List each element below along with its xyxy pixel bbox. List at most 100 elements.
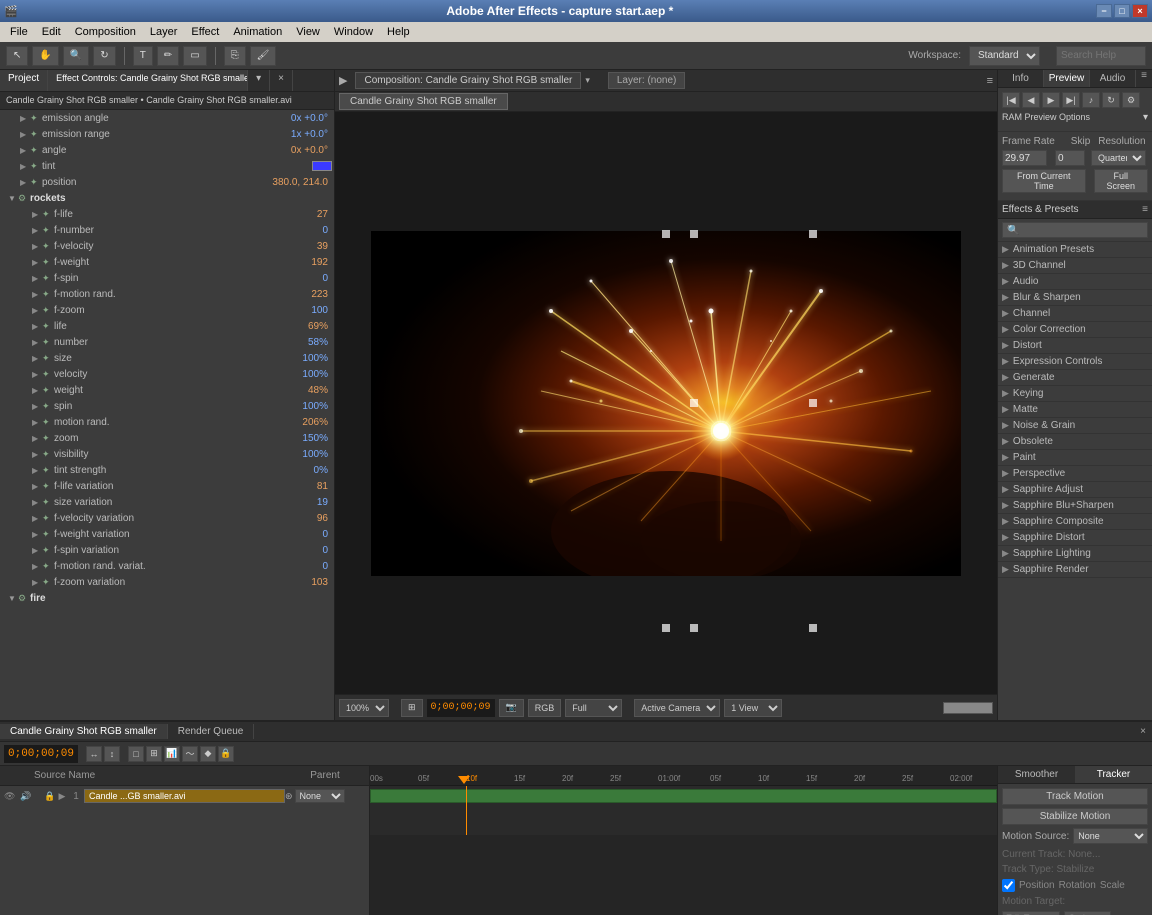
view-select[interactable]: 1 View 2 Views 4 Views: [724, 699, 782, 717]
prev-first-btn[interactable]: |◀: [1002, 92, 1020, 108]
effect-category-item[interactable]: ▶Sapphire Composite: [998, 514, 1152, 530]
effect-category-item[interactable]: ▶Obsolete: [998, 434, 1152, 450]
tab-timeline[interactable]: Candle Grainy Shot RGB smaller: [0, 724, 168, 739]
camera-select[interactable]: Active Camera: [634, 699, 720, 717]
effect-category-item[interactable]: ▶Expression Controls: [998, 354, 1152, 370]
prop-expand[interactable]: ▶: [20, 130, 30, 139]
tl-chart[interactable]: 📊: [164, 746, 180, 762]
parent-select[interactable]: None: [295, 789, 345, 803]
prop-expand[interactable]: ▶: [32, 338, 42, 347]
prop-expand[interactable]: ▶: [32, 418, 42, 427]
close-button[interactable]: ×: [1132, 4, 1148, 18]
layer-lock-btn[interactable]: 🔒: [44, 791, 56, 802]
menu-window[interactable]: Window: [328, 25, 379, 39]
layer-visibility-toggle[interactable]: 👁: [4, 791, 20, 802]
prop-expand[interactable]: ▶: [32, 562, 42, 571]
panel-close-btn[interactable]: ×: [270, 70, 293, 91]
from-current-btn[interactable]: From Current Time: [1002, 169, 1086, 193]
effect-category-item[interactable]: ▶Sapphire Distort: [998, 530, 1152, 546]
prev-back-btn[interactable]: ◀: [1022, 92, 1040, 108]
tab-effect-controls[interactable]: Effect Controls: Candle Grainy Shot RGB …: [48, 70, 248, 91]
tl-marker[interactable]: ◆: [200, 746, 216, 762]
prop-expand[interactable]: ▶: [32, 258, 42, 267]
effect-category-item[interactable]: ▶3D Channel: [998, 258, 1152, 274]
resolution-select[interactable]: Full Half Quarter: [565, 699, 622, 717]
effect-category-item[interactable]: ▶Animation Presets: [998, 242, 1152, 258]
effect-category-item[interactable]: ▶Color Correction: [998, 322, 1152, 338]
grid-btn[interactable]: ⊞: [401, 699, 423, 717]
skip-input[interactable]: [1055, 150, 1085, 166]
prop-expand[interactable]: ▶: [32, 306, 42, 315]
tool-pen[interactable]: ✏: [157, 46, 179, 66]
effects-options-btn[interactable]: ≡: [1142, 204, 1148, 215]
prop-expand[interactable]: ▶: [32, 530, 42, 539]
effect-category-item[interactable]: ▶Sapphire Render: [998, 562, 1152, 578]
tool-rotate[interactable]: ↻: [93, 46, 115, 66]
effect-category-item[interactable]: ▶Perspective: [998, 466, 1152, 482]
prev-settings-btn[interactable]: ⚙: [1122, 92, 1140, 108]
position-checkbox[interactable]: [1002, 879, 1015, 892]
ram-preview-arrow[interactable]: ▾: [1143, 112, 1148, 123]
prop-expand[interactable]: ▶: [20, 162, 30, 171]
tint-swatch[interactable]: [312, 161, 332, 171]
tool-zoom[interactable]: 🔍: [63, 46, 89, 66]
panel-menu-btn[interactable]: ≡: [1136, 70, 1152, 87]
search-help-input[interactable]: [1056, 46, 1146, 66]
menu-composition[interactable]: Composition: [69, 25, 142, 39]
tab-project[interactable]: Project: [0, 70, 48, 91]
snapshot-btn[interactable]: 📷: [499, 699, 524, 717]
edit-target-btn[interactable]: Edit Target...: [1002, 911, 1060, 915]
prop-expand[interactable]: ▶: [32, 242, 42, 251]
minimize-button[interactable]: −: [1096, 4, 1112, 18]
prop-expand[interactable]: ▶: [32, 498, 42, 507]
prop-expand[interactable]: ▶: [32, 274, 42, 283]
tab-render-queue[interactable]: Render Queue: [168, 724, 255, 739]
menu-view[interactable]: View: [290, 25, 326, 39]
menu-edit[interactable]: Edit: [36, 25, 67, 39]
tl-curve[interactable]: 〜: [182, 746, 198, 762]
comp-name-tab[interactable]: Candle Grainy Shot RGB smaller: [339, 93, 508, 110]
track-motion-btn[interactable]: Track Motion: [1002, 788, 1148, 805]
prop-expand[interactable]: ▶: [32, 210, 42, 219]
prop-expand[interactable]: ▶: [20, 146, 30, 155]
effect-category-item[interactable]: ▶Noise & Grain: [998, 418, 1152, 434]
tool-hand[interactable]: ✋: [32, 46, 58, 66]
tl-frame[interactable]: ⊞: [146, 746, 162, 762]
prop-expand[interactable]: ▶: [32, 402, 42, 411]
tl-btn-2[interactable]: ↕: [104, 746, 120, 762]
prev-audio-btn[interactable]: ♪: [1082, 92, 1100, 108]
effect-category-item[interactable]: ▶Blur & Sharpen: [998, 290, 1152, 306]
prop-expand[interactable]: ▶: [32, 546, 42, 555]
layer-audio-toggle[interactable]: 🔊: [20, 791, 32, 802]
resolution-dropdown[interactable]: Quarter Full Half: [1091, 150, 1146, 166]
comp-tab[interactable]: Composition: Candle Grainy Shot RGB smal…: [355, 72, 581, 89]
prop-expand[interactable]: ▶: [32, 434, 42, 443]
frame-rate-input[interactable]: [1002, 150, 1047, 166]
effect-category-item[interactable]: ▶Keying: [998, 386, 1152, 402]
menu-animation[interactable]: Animation: [227, 25, 288, 39]
effect-category-item[interactable]: ▶Matte: [998, 402, 1152, 418]
zoom-select[interactable]: 100% 50% 200%: [339, 699, 389, 717]
prop-expand[interactable]: ▶: [20, 178, 30, 187]
tool-clone[interactable]: ⎘: [224, 46, 246, 66]
prop-expand[interactable]: ▶: [32, 290, 42, 299]
tool-shape[interactable]: ▭: [183, 46, 206, 66]
full-screen-btn[interactable]: Full Screen: [1094, 169, 1148, 193]
group-expand[interactable]: ▼: [8, 594, 18, 603]
effect-category-item[interactable]: ▶Distort: [998, 338, 1152, 354]
prop-expand[interactable]: ▶: [32, 370, 42, 379]
tab-smoother[interactable]: Smoother: [998, 766, 1075, 783]
tab-audio[interactable]: Audio: [1090, 70, 1136, 87]
tl-lock[interactable]: 🔒: [218, 746, 234, 762]
menu-layer[interactable]: Layer: [144, 25, 184, 39]
effect-category-item[interactable]: ▶Sapphire Adjust: [998, 482, 1152, 498]
options-btn[interactable]: Options...: [1064, 911, 1111, 915]
tool-paint[interactable]: 🖌: [250, 46, 277, 66]
effect-category-item[interactable]: ▶Audio: [998, 274, 1152, 290]
comp-dropdown-arrow[interactable]: ▾: [585, 75, 590, 86]
tool-select[interactable]: ↖: [6, 46, 28, 66]
prop-expand[interactable]: ▶: [32, 450, 42, 459]
prop-expand[interactable]: ▶: [32, 386, 42, 395]
menu-effect[interactable]: Effect: [185, 25, 225, 39]
tl-new-comp[interactable]: □: [128, 746, 144, 762]
